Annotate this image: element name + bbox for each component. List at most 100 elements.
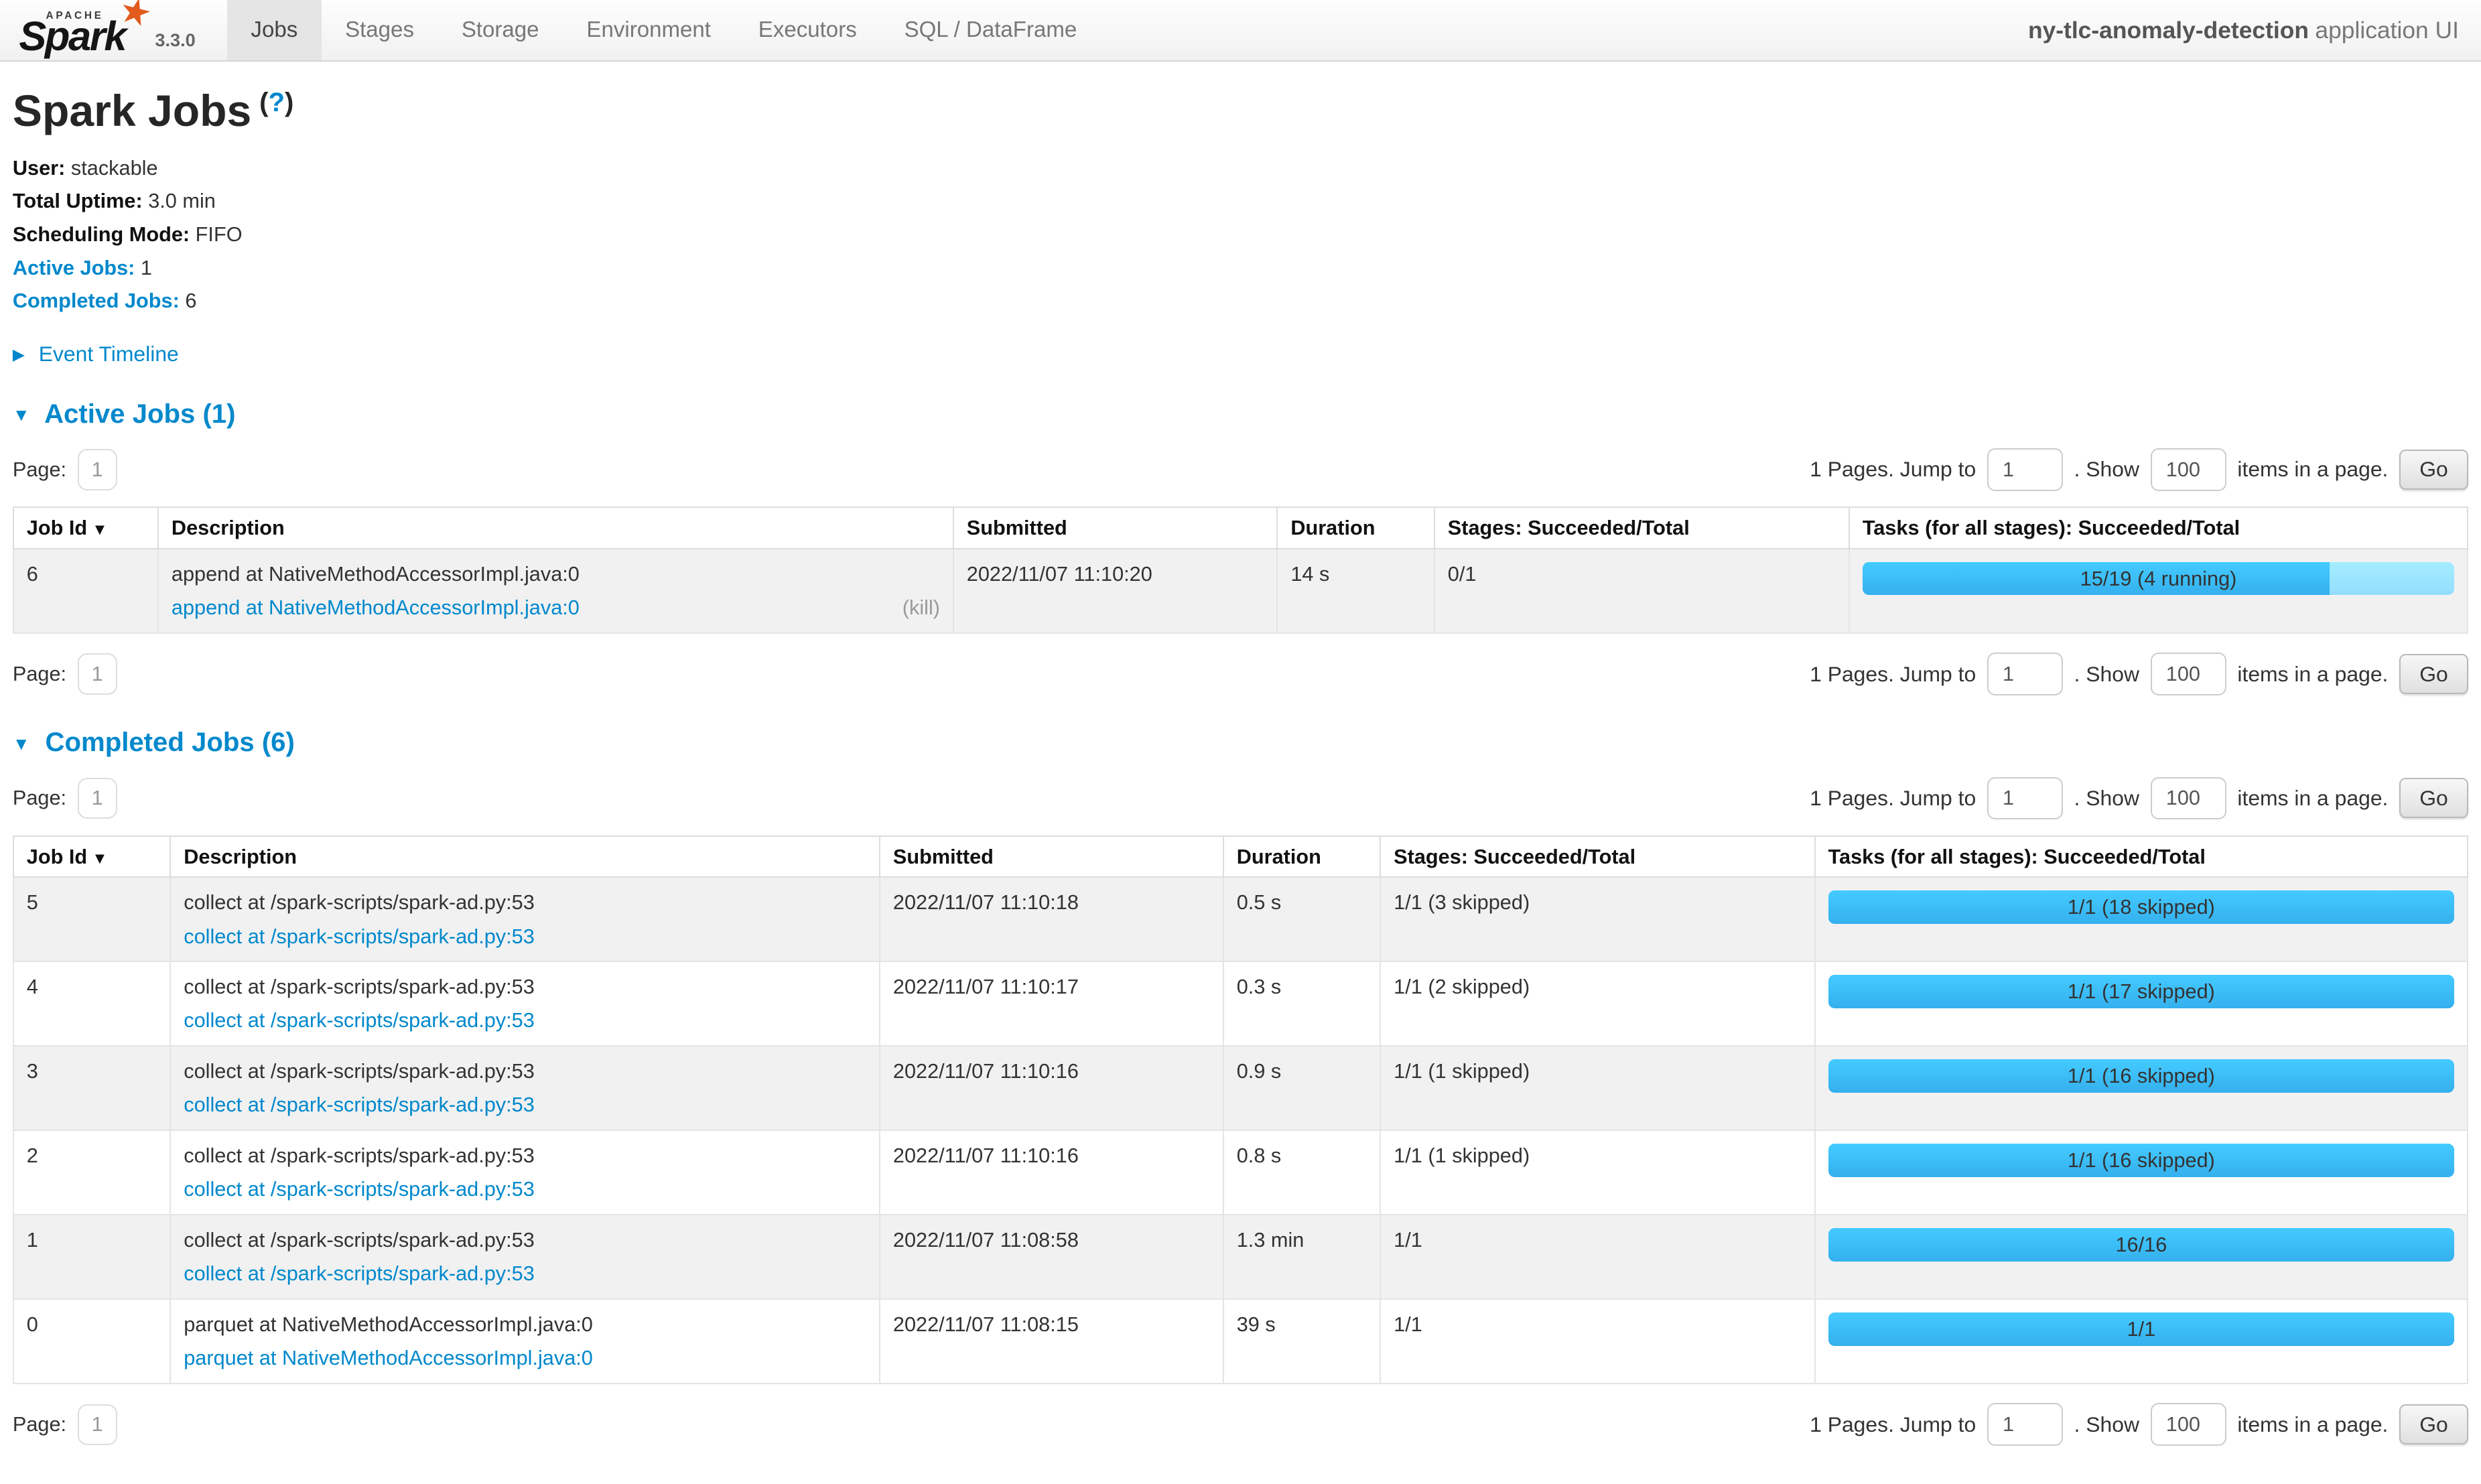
submitted-cell: 2022/11/07 11:08:15 xyxy=(880,1299,1223,1384)
items-per-page-input[interactable] xyxy=(2151,448,2226,491)
show-text: . Show xyxy=(2074,457,2139,482)
page-label: Page: xyxy=(13,1412,66,1436)
task-progress-bar: 1/1 xyxy=(1828,1312,2455,1346)
header-submitted[interactable]: Submitted xyxy=(953,507,1278,549)
items-per-page-input[interactable] xyxy=(2151,777,2226,820)
job-description: collect at /spark-scripts/spark-ad.py:53 xyxy=(184,1144,866,1168)
description-cell: collect at /spark-scripts/spark-ad.py:53… xyxy=(170,1046,880,1130)
page-number-input[interactable] xyxy=(78,778,117,819)
duration-cell: 0.8 s xyxy=(1223,1130,1380,1215)
submitted-cell: 2022/11/07 11:10:17 xyxy=(880,961,1223,1046)
duration-cell: 14 s xyxy=(1277,549,1434,633)
completed-jobs-link[interactable]: Completed Jobs: xyxy=(13,289,180,312)
page-label: Page: xyxy=(13,458,66,482)
active-jobs-section-toggle[interactable]: ▼ Active Jobs (1) xyxy=(13,399,2468,429)
job-detail-link[interactable]: collect at /spark-scripts/spark-ad.py:53 xyxy=(184,1177,535,1201)
task-progress-label: 16/16 xyxy=(1828,1228,2455,1262)
jump-to-input[interactable] xyxy=(1987,1403,2063,1446)
show-text: . Show xyxy=(2074,786,2139,811)
summary-active-jobs: Active Jobs: 1 xyxy=(13,255,2468,281)
header-tasks[interactable]: Tasks (for all stages): Succeeded/Total xyxy=(1849,507,2468,549)
job-detail-link[interactable]: collect at /spark-scripts/spark-ad.py:53 xyxy=(184,925,535,948)
stages-cell: 1/1 (2 skipped) xyxy=(1380,961,1814,1046)
jump-to-input[interactable] xyxy=(1987,448,2063,491)
go-button[interactable]: Go xyxy=(2399,1404,2468,1444)
tab-stages[interactable]: Stages xyxy=(322,0,438,60)
items-text: items in a page. xyxy=(2237,1412,2388,1437)
items-text: items in a page. xyxy=(2237,786,2388,811)
header-job-id[interactable]: Job Id▼ xyxy=(13,836,170,878)
tab-storage[interactable]: Storage xyxy=(438,0,563,60)
sort-arrow-icon: ▼ xyxy=(92,521,107,539)
completed-job-row: 1 collect at /spark-scripts/spark-ad.py:… xyxy=(13,1215,2468,1299)
kill-link[interactable]: (kill) xyxy=(902,596,940,620)
tasks-cell: 16/16 xyxy=(1815,1215,2468,1299)
summary-scheduling-mode: Scheduling Mode: FIFO xyxy=(13,222,2468,247)
application-id: ny-tlc-anomaly-detection application UI xyxy=(2028,0,2481,60)
page-title: Spark Jobs(?) xyxy=(13,86,2468,137)
job-detail-link[interactable]: collect at /spark-scripts/spark-ad.py:53 xyxy=(184,1008,535,1032)
job-description: parquet at NativeMethodAccessorImpl.java… xyxy=(184,1312,866,1337)
completed-job-row: 4 collect at /spark-scripts/spark-ad.py:… xyxy=(13,961,2468,1046)
task-progress-bar: 16/16 xyxy=(1828,1228,2455,1262)
task-progress-bar: 1/1 (17 skipped) xyxy=(1828,975,2455,1008)
active-jobs-link[interactable]: Active Jobs: xyxy=(13,256,135,279)
header-job-id[interactable]: Job Id▼ xyxy=(13,507,158,549)
pages-text: 1 Pages. Jump to xyxy=(1810,786,1976,811)
job-description: collect at /spark-scripts/spark-ad.py:53 xyxy=(184,975,866,999)
header-description[interactable]: Description xyxy=(170,836,880,878)
collapsed-arrow-icon: ▶ xyxy=(13,346,25,364)
go-button[interactable]: Go xyxy=(2399,450,2468,490)
tab-sql-dataframe[interactable]: SQL / DataFrame xyxy=(880,0,1101,60)
header-stages[interactable]: Stages: Succeeded/Total xyxy=(1434,507,1849,549)
spark-star-icon: ★ xyxy=(115,0,155,33)
duration-cell: 0.3 s xyxy=(1223,961,1380,1046)
completed-jobs-section-toggle[interactable]: ▼ Completed Jobs (6) xyxy=(13,727,2468,758)
header-description[interactable]: Description xyxy=(158,507,953,549)
expanded-arrow-icon: ▼ xyxy=(13,405,30,425)
tab-environment[interactable]: Environment xyxy=(563,0,734,60)
job-detail-link[interactable]: append at NativeMethodAccessorImpl.java:… xyxy=(172,596,580,619)
items-per-page-input[interactable] xyxy=(2151,1403,2226,1446)
page-number-input[interactable] xyxy=(78,1404,117,1445)
duration-cell: 39 s xyxy=(1223,1299,1380,1384)
nav-tabs: Jobs Stages Storage Environment Executor… xyxy=(227,0,1101,60)
page-number-input[interactable] xyxy=(78,653,117,694)
job-detail-link[interactable]: collect at /spark-scripts/spark-ad.py:53 xyxy=(184,1262,535,1285)
header-duration[interactable]: Duration xyxy=(1277,507,1434,549)
event-timeline-toggle[interactable]: ▶ Event Timeline xyxy=(13,342,2468,366)
header-stages[interactable]: Stages: Succeeded/Total xyxy=(1380,836,1814,878)
items-per-page-input[interactable] xyxy=(2151,653,2226,695)
go-button[interactable]: Go xyxy=(2399,654,2468,694)
job-id-cell: 3 xyxy=(13,1046,170,1130)
header-submitted[interactable]: Submitted xyxy=(880,836,1223,878)
job-description: collect at /spark-scripts/spark-ad.py:53 xyxy=(184,890,866,915)
help-link[interactable]: ? xyxy=(268,87,285,117)
summary-uptime: Total Uptime: 3.0 min xyxy=(13,188,2468,214)
submitted-cell: 2022/11/07 11:10:16 xyxy=(880,1130,1223,1215)
description-cell: append at NativeMethodAccessorImpl.java:… xyxy=(158,549,953,633)
top-navbar: APACHE Spark ★ 3.3.0 Jobs Stages Storage… xyxy=(0,0,2481,62)
spark-wordmark: Spark xyxy=(19,13,125,60)
header-tasks[interactable]: Tasks (for all stages): Succeeded/Total xyxy=(1815,836,2468,878)
tasks-cell: 15/19 (4 running) xyxy=(1849,549,2468,633)
stages-cell: 1/1 (3 skipped) xyxy=(1380,877,1814,961)
header-duration[interactable]: Duration xyxy=(1223,836,1380,878)
task-progress-label: 1/1 (18 skipped) xyxy=(1828,890,2455,924)
page-number-input[interactable] xyxy=(78,449,117,490)
show-text: . Show xyxy=(2074,662,2139,687)
task-progress-bar: 1/1 (16 skipped) xyxy=(1828,1059,2455,1093)
job-id-cell: 6 xyxy=(13,549,158,633)
job-detail-link[interactable]: parquet at NativeMethodAccessorImpl.java… xyxy=(184,1346,593,1369)
jump-to-input[interactable] xyxy=(1987,777,2063,820)
submitted-cell: 2022/11/07 11:10:16 xyxy=(880,1046,1223,1130)
active-table-header-row: Job Id▼ Description Submitted Duration S… xyxy=(13,507,2468,549)
completed-pagination-bottom: Page: 1 Pages. Jump to . Show items in a… xyxy=(13,1403,2468,1446)
job-detail-link[interactable]: collect at /spark-scripts/spark-ad.py:53 xyxy=(184,1093,535,1116)
description-cell: collect at /spark-scripts/spark-ad.py:53… xyxy=(170,1130,880,1215)
tab-jobs[interactable]: Jobs xyxy=(227,0,322,60)
jump-to-input[interactable] xyxy=(1987,653,2063,695)
pages-text: 1 Pages. Jump to xyxy=(1810,662,1976,687)
go-button[interactable]: Go xyxy=(2399,778,2468,818)
tab-executors[interactable]: Executors xyxy=(734,0,880,60)
